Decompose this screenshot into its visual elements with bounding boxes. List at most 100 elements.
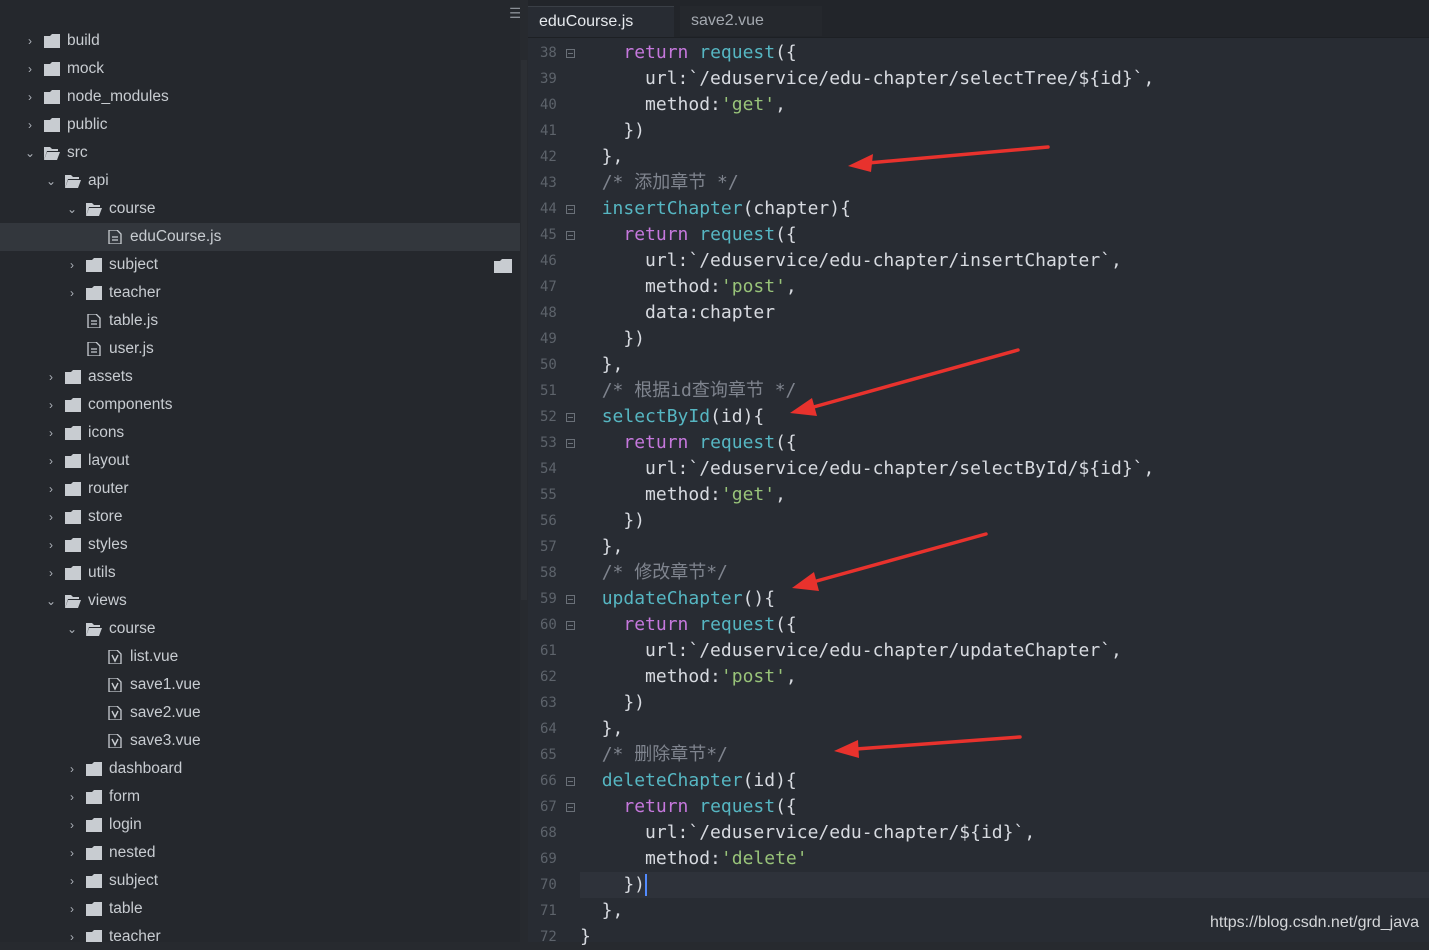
sidebar-item-label: save2.vue — [130, 704, 201, 721]
chevron-right-icon[interactable]: › — [66, 251, 78, 279]
sidebar-item-label: table — [109, 900, 143, 917]
sidebar-item-mock[interactable]: › mock — [0, 55, 520, 83]
chevron-right-icon[interactable]: › — [66, 279, 78, 307]
sidebar-item-login[interactable]: › login — [0, 811, 520, 839]
chevron-down-icon[interactable]: ⌄ — [66, 195, 78, 223]
chevron-down-icon[interactable]: ⌄ — [24, 139, 36, 167]
sidebar-item-utils[interactable]: › utils — [0, 559, 520, 587]
sidebar-item-assets[interactable]: › assets — [0, 363, 520, 391]
sidebar-item-list-vue[interactable]: list.vue — [0, 643, 520, 671]
sidebar-item-table-js[interactable]: table.js — [0, 307, 520, 335]
chevron-right-icon[interactable]: › — [66, 783, 78, 811]
folder-icon — [86, 790, 102, 804]
folder-open-icon — [65, 175, 81, 188]
sidebar-item-save3-vue[interactable]: save3.vue — [0, 727, 520, 755]
folder-open-icon — [44, 147, 60, 160]
chevron-right-icon[interactable]: › — [66, 755, 78, 783]
folder-icon[interactable] — [494, 259, 512, 273]
sidebar-item-label: user.js — [109, 340, 154, 357]
sidebar-item-nested[interactable]: › nested — [0, 839, 520, 867]
sidebar-item-label: save3.vue — [130, 732, 201, 749]
chevron-right-icon[interactable]: › — [24, 83, 36, 111]
sidebar-item-label: login — [109, 816, 142, 833]
sidebar-item-public[interactable]: › public — [0, 111, 520, 139]
code-editor[interactable]: eduCourse.js save2.vue 38 39 40 41 42 43 44 45 4… — [528, 0, 1429, 947]
sidebar-item-label: src — [67, 144, 88, 161]
chevron-right-icon[interactable]: › — [45, 447, 57, 475]
folder-icon — [65, 370, 81, 384]
sidebar-item-label: course — [109, 200, 156, 217]
sidebar-item-router[interactable]: › router — [0, 475, 520, 503]
chevron-right-icon[interactable]: › — [24, 55, 36, 83]
sidebar-item-label: subject — [109, 256, 159, 273]
annotation-arrow — [848, 145, 1050, 172]
sidebar-item-label: dashboard — [109, 760, 183, 777]
sidebar-item-build[interactable]: › build — [0, 27, 520, 55]
chevron-right-icon[interactable]: › — [24, 111, 36, 139]
sidebar-item-src[interactable]: ⌄ src — [0, 139, 520, 167]
chevron-right-icon[interactable]: › — [45, 475, 57, 503]
sidebar-item-label: mock — [67, 60, 105, 77]
file-icon — [87, 314, 101, 328]
sidebar-item-educourse-js[interactable]: eduCourse.js — [0, 223, 520, 251]
sidebar-item-api[interactable]: ⌄ api — [0, 167, 520, 195]
chevron-right-icon[interactable]: › — [24, 27, 36, 55]
annotation-arrow — [834, 735, 1022, 758]
sidebar-scrollbar[interactable] — [521, 60, 527, 600]
vue-file-icon — [108, 706, 122, 720]
sidebar-item-label: public — [67, 116, 108, 133]
sidebar-item-dashboard[interactable]: › dashboard — [0, 755, 520, 783]
sidebar-item-teacher[interactable]: › teacher — [0, 279, 520, 307]
chevron-right-icon[interactable]: › — [66, 895, 78, 923]
folder-icon — [86, 846, 102, 860]
folder-icon — [86, 258, 102, 272]
folder-icon — [86, 874, 102, 888]
chevron-right-icon[interactable]: › — [45, 391, 57, 419]
sidebar-item-node-modules[interactable]: › node_modules — [0, 83, 520, 111]
chevron-down-icon[interactable]: ⌄ — [45, 167, 57, 195]
sidebar-item-save1-vue[interactable]: save1.vue — [0, 671, 520, 699]
sidebar-item-label: list.vue — [130, 648, 179, 665]
folder-icon — [65, 510, 81, 524]
sidebar-item-table[interactable]: › table — [0, 895, 520, 923]
chevron-right-icon[interactable]: › — [45, 559, 57, 587]
sidebar-item-layout[interactable]: › layout — [0, 447, 520, 475]
sidebar-item-label: icons — [88, 424, 125, 441]
sidebar-item-user-js[interactable]: user.js — [0, 335, 520, 363]
annotation-arrows — [790, 145, 1050, 758]
sidebar-item-icons[interactable]: › icons — [0, 419, 520, 447]
watermark: https://blog.csdn.net/grd_java — [1209, 914, 1419, 931]
sidebar-item-label: table.js — [109, 312, 159, 329]
sidebar-item-views[interactable]: ⌄ views — [0, 587, 520, 615]
annotation-arrow — [792, 532, 988, 591]
chevron-right-icon[interactable]: › — [66, 811, 78, 839]
chevron-right-icon[interactable]: › — [66, 867, 78, 895]
sidebar-item-course[interactable]: ⌄ course — [0, 615, 520, 643]
vue-file-icon — [108, 678, 122, 692]
chevron-right-icon[interactable]: › — [45, 503, 57, 531]
folder-icon — [65, 426, 81, 440]
chevron-right-icon[interactable]: › — [66, 923, 78, 942]
chevron-right-icon[interactable]: › — [66, 839, 78, 867]
chevron-right-icon[interactable]: › — [45, 531, 57, 559]
folder-icon — [65, 566, 81, 580]
chevron-right-icon[interactable]: › — [45, 419, 57, 447]
sidebar-item-label: components — [88, 396, 173, 413]
sidebar-item-teacher[interactable]: › teacher — [0, 923, 520, 942]
sidebar-item-form[interactable]: › form — [0, 783, 520, 811]
chevron-down-icon[interactable]: ⌄ — [45, 587, 57, 615]
sidebar-item-course[interactable]: ⌄ course — [0, 195, 520, 223]
chevron-right-icon[interactable]: › — [45, 363, 57, 391]
folder-icon — [86, 930, 102, 942]
sidebar-item-subject[interactable]: › subject — [0, 867, 520, 895]
folder-icon — [86, 762, 102, 776]
sidebar-item-save2-vue[interactable]: save2.vue — [0, 699, 520, 727]
sidebar-item-store[interactable]: › store — [0, 503, 520, 531]
sidebar-item-subject[interactable]: › subject — [0, 251, 520, 279]
hamburger-icon[interactable]: ☰ — [509, 6, 520, 22]
sidebar-item-styles[interactable]: › styles — [0, 531, 520, 559]
chevron-down-icon[interactable]: ⌄ — [66, 615, 78, 643]
sidebar-item-components[interactable]: › components — [0, 391, 520, 419]
sidebar-item-label: build — [67, 32, 100, 49]
folder-icon — [44, 62, 60, 76]
